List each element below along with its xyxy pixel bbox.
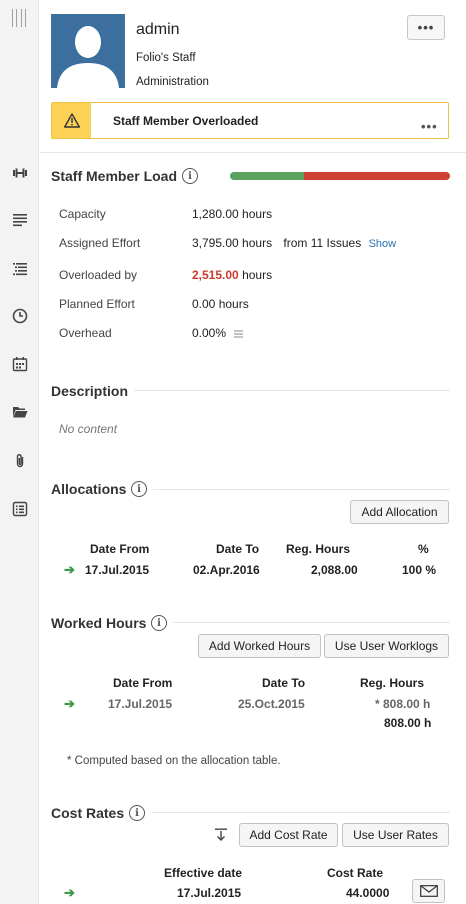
use-user-rates-button[interactable]: Use User Rates	[342, 823, 449, 847]
staff-panel: admin Folio's Staff Administration ••• S…	[40, 0, 466, 904]
add-worked-hours-button[interactable]: Add Worked Hours	[198, 634, 321, 658]
cell-reg-hours: * 808.00 h	[375, 697, 431, 711]
assigned-effort-value: 3,795.00 hours	[192, 236, 273, 250]
capacity-label: Capacity	[59, 207, 106, 221]
col-header: Reg. Hours	[360, 676, 425, 690]
user-group: Folio's Staff	[136, 52, 196, 64]
divider	[40, 152, 466, 153]
overloaded-by-unit: hours	[242, 268, 273, 282]
indented-list-icon[interactable]	[9, 258, 31, 280]
description-title: Description	[51, 383, 129, 399]
col-header: Effective date	[164, 866, 243, 880]
allocations-title: Allocations	[51, 481, 127, 497]
overhead-value: 0.00%	[192, 326, 227, 340]
text-lines-icon[interactable]	[9, 209, 31, 231]
cell-date-to: 25.Oct.2015	[238, 697, 305, 711]
cell-percent: 100 %	[402, 563, 437, 577]
divider	[153, 489, 450, 490]
overload-bar	[304, 172, 450, 180]
show-issues-link[interactable]: Show	[369, 238, 397, 250]
description-empty: No content	[59, 422, 118, 436]
drag-handle-icon[interactable]	[12, 9, 26, 27]
col-header: Cost Rate	[327, 866, 384, 880]
load-bar	[230, 172, 450, 180]
warning-more-button[interactable]: •••	[421, 119, 438, 134]
col-header: Date To	[262, 676, 306, 690]
overloaded-by-label: Overloaded by	[59, 268, 138, 282]
overhead-row: 0.00%	[192, 326, 244, 341]
divider	[151, 812, 450, 813]
overload-warning: Staff Member Overloaded •••	[51, 102, 449, 139]
overhead-details-icon[interactable]	[234, 327, 244, 341]
checklist-icon[interactable]	[9, 498, 31, 520]
add-allocation-button[interactable]: Add Allocation	[350, 500, 449, 524]
cell-date-to: 02.Apr.2016	[193, 563, 260, 577]
worked-hours-total: 808.00 h	[384, 716, 432, 730]
overloaded-by-value: 2,515.00	[192, 268, 239, 282]
capacity-value: 1,280.00 hours	[192, 207, 273, 221]
info-icon[interactable]: i	[151, 615, 167, 631]
clock-icon[interactable]	[9, 305, 31, 327]
info-icon[interactable]: i	[131, 481, 147, 497]
arrow-right-icon: ➔	[64, 696, 75, 711]
side-rail	[0, 0, 39, 904]
computed-note: * Computed based on the allocation table…	[67, 755, 281, 767]
assigned-effort-row: 3,795.00 hours from 11 Issues Show	[192, 236, 396, 250]
more-options-button[interactable]: •••	[407, 15, 445, 40]
folder-open-icon[interactable]	[9, 401, 31, 423]
user-name: admin	[136, 21, 180, 38]
cell-effective-date: 17.Jul.2015	[177, 886, 242, 900]
assigned-effort-source: from 11 Issues	[283, 236, 362, 250]
cell-date-from: 17.Jul.2015	[108, 697, 173, 711]
col-header: Reg. Hours	[286, 542, 351, 556]
add-cost-rate-button[interactable]: Add Cost Rate	[239, 823, 338, 847]
col-header: Date To	[216, 542, 260, 556]
info-icon[interactable]: i	[129, 805, 145, 821]
assigned-within-capacity-bar	[230, 172, 305, 180]
paperclip-icon[interactable]	[9, 450, 31, 472]
warning-triangle-icon	[52, 103, 91, 138]
divider	[173, 622, 450, 623]
calendar-icon[interactable]	[9, 353, 31, 375]
overhead-label: Overhead	[59, 326, 112, 340]
use-user-worklogs-button[interactable]: Use User Worklogs	[324, 634, 449, 658]
envelope-icon	[419, 885, 438, 897]
email-button[interactable]	[412, 879, 445, 903]
info-icon[interactable]: i	[182, 168, 198, 184]
worked-hours-title: Worked Hours	[51, 615, 147, 631]
planned-effort-label: Planned Effort	[59, 297, 135, 311]
cost-rates-title: Cost Rates	[51, 805, 125, 821]
load-section-title: Staff Member Load	[51, 168, 178, 184]
avatar	[51, 14, 125, 88]
cell-cost-rate: 44.0000	[346, 886, 390, 900]
col-header: Date From	[90, 542, 150, 556]
cell-reg-hours: 2,088.00	[311, 563, 358, 577]
arrow-right-icon: ➔	[64, 562, 75, 577]
assigned-effort-label: Assigned Effort	[59, 236, 141, 250]
planned-effort-value: 0.00 hours	[192, 297, 249, 311]
cell-date-from: 17.Jul.2015	[85, 563, 150, 577]
col-header: %	[418, 542, 429, 556]
col-header: Date From	[113, 676, 173, 690]
warning-text: Staff Member Overloaded	[113, 114, 259, 128]
dumbbell-icon[interactable]	[9, 162, 31, 184]
overloaded-by-row: 2,515.00 hours	[192, 268, 272, 282]
sort-down-icon[interactable]	[214, 828, 228, 842]
divider	[134, 390, 450, 391]
arrow-right-icon: ➔	[64, 885, 75, 900]
user-department: Administration	[136, 76, 209, 88]
user-silhouette-icon	[51, 14, 125, 88]
